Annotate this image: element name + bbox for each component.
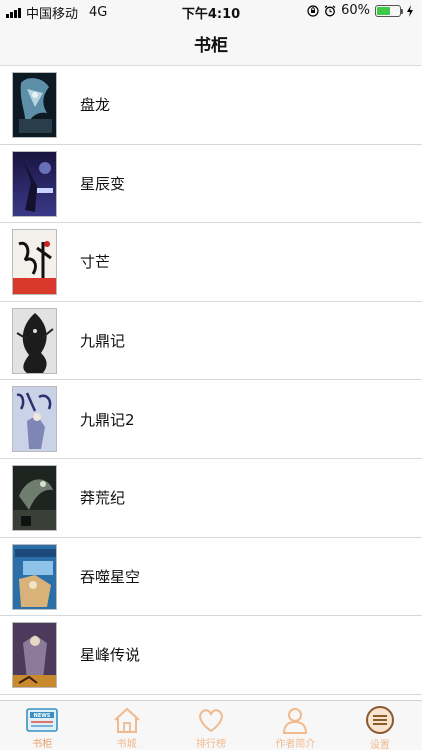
book-title: 九鼎记 <box>80 332 126 351</box>
tab-ranking[interactable]: 排行榜 <box>169 701 253 750</box>
charging-icon <box>407 4 413 17</box>
book-row[interactable]: 莽荒纪 <box>0 459 422 538</box>
book-row[interactable]: 盘龙 <box>0 66 422 145</box>
tab-label: 书柜 <box>32 739 53 750</box>
page-title: 书柜 <box>194 36 228 56</box>
book-title: 星辰变 <box>80 174 126 193</box>
battery-icon <box>375 4 403 17</box>
person-icon <box>278 705 312 734</box>
battery-percent: 60% <box>341 3 370 18</box>
tab-label: 设置 <box>369 740 390 750</box>
book-cover <box>12 307 57 374</box>
tab-label: 排行榜 <box>196 739 227 750</box>
tab-label: 书城 <box>116 739 137 750</box>
book-row[interactable]: 星峰传说 <box>0 616 422 695</box>
nav-bar: 书柜 <box>0 22 422 66</box>
alarm-icon <box>324 4 336 16</box>
book-row[interactable]: 星辰变 <box>0 145 422 224</box>
tab-settings[interactable]: 设置 <box>338 701 422 750</box>
heart-icon <box>194 705 228 734</box>
book-title: 莽荒纪 <box>80 489 126 508</box>
book-cover <box>12 543 57 610</box>
book-row[interactable]: 九鼎记2 <box>0 380 422 459</box>
book-cover <box>12 72 57 138</box>
tab-bookstore[interactable]: 书城 <box>84 701 168 750</box>
status-bar: 中国移动 4G 下午4:10 60% <box>0 0 422 22</box>
tab-author[interactable]: 作者简介 <box>253 701 337 750</box>
book-title: 吞噬星空 <box>80 567 141 586</box>
book-cover <box>12 622 57 689</box>
tab-bookshelf[interactable]: NEWS 书柜 <box>0 701 84 750</box>
book-cover <box>12 229 57 296</box>
book-title: 九鼎记2 <box>80 410 135 429</box>
tab-label: 作者简介 <box>275 739 316 750</box>
tab-bar: NEWS 书柜 书城 排行榜 作者简介 设置 <box>0 700 422 750</box>
house-icon <box>110 705 144 734</box>
svg-text:NEWS: NEWS <box>34 713 51 719</box>
book-cover <box>12 464 57 531</box>
rotation-lock-icon <box>307 4 319 17</box>
book-cover <box>12 150 57 217</box>
book-title: 盘龙 <box>80 96 111 115</box>
news-icon: NEWS <box>25 705 59 734</box>
menu-icon <box>363 705 397 735</box>
book-row[interactable]: 寸芒 <box>0 223 422 302</box>
book-row[interactable]: 九鼎记 <box>0 302 422 381</box>
book-title: 星峰传说 <box>80 646 141 665</box>
book-cover <box>12 386 57 453</box>
book-row[interactable]: 吞噬星空 <box>0 538 422 617</box>
book-title: 寸芒 <box>80 253 111 272</box>
book-list[interactable]: 盘龙 星辰变 寸芒 九鼎记 九鼎记2 莽荒纪 吞噬星空 星峰传说 <box>0 66 422 700</box>
status-right: 60% <box>307 3 414 18</box>
